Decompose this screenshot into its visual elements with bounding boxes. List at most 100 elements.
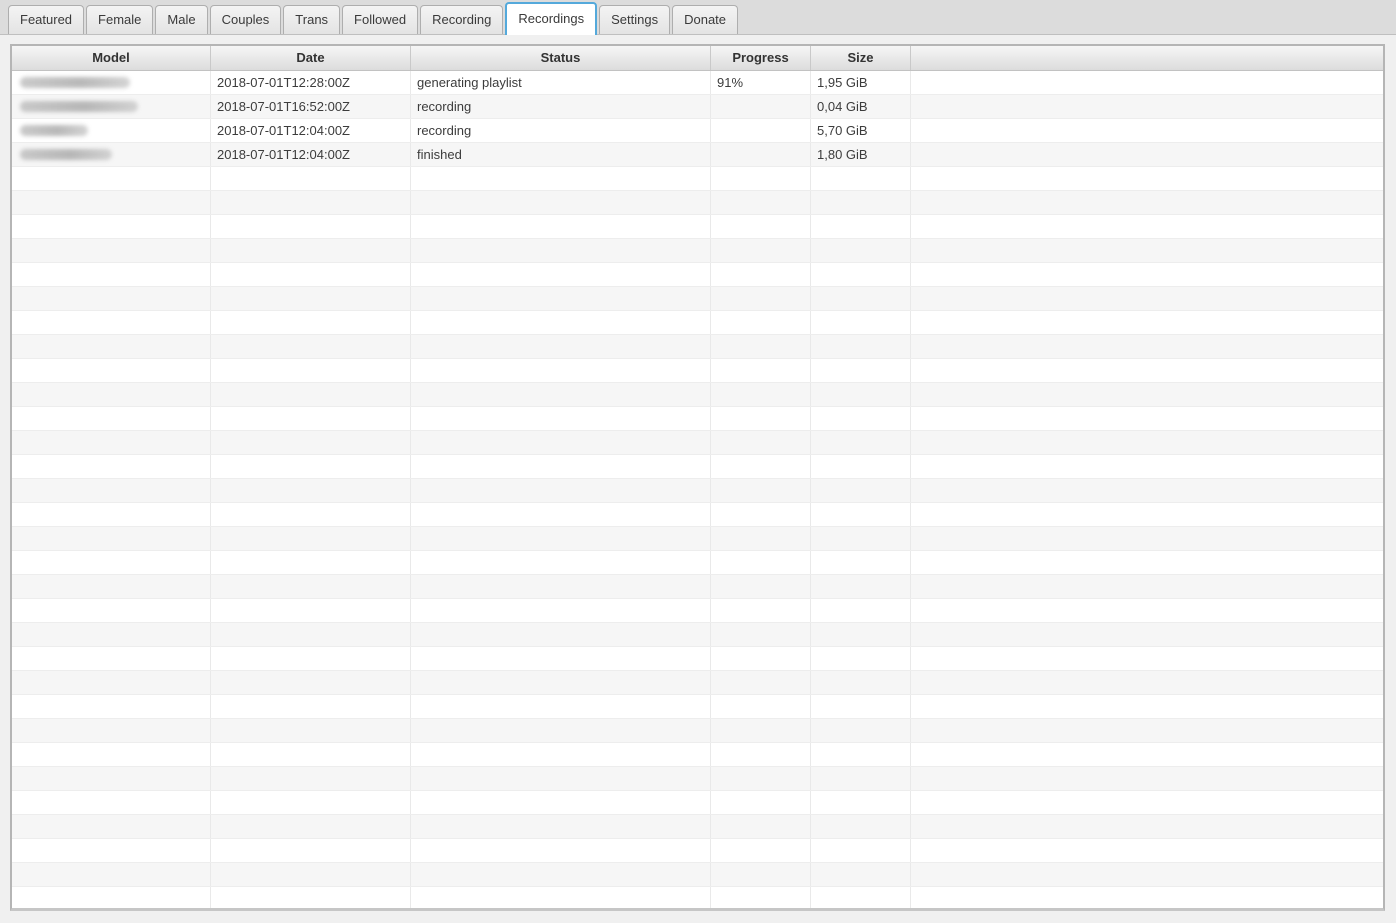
status-cell [411, 527, 711, 550]
date-cell: 2018-07-01T12:04:00Z [211, 143, 411, 166]
table-row[interactable]: 2018-07-01T12:04:00Z finished 1,80 GiB [12, 143, 1383, 167]
table-header: Model Date Status Progress Size [12, 46, 1383, 71]
table-row[interactable]: 2018-07-01T12:04:00Z recording 5,70 GiB [12, 119, 1383, 143]
size-cell [811, 863, 911, 886]
empty-table-row [12, 671, 1383, 695]
size-cell [811, 887, 911, 910]
tab-followed[interactable]: Followed [342, 5, 418, 34]
model-cell [12, 431, 211, 454]
size-cell [811, 287, 911, 310]
status-cell [411, 455, 711, 478]
size-cell [811, 503, 911, 526]
date-cell [211, 167, 411, 190]
tab-featured[interactable]: Featured [8, 5, 84, 34]
column-header-progress[interactable]: Progress [711, 46, 811, 70]
empty-table-row [12, 839, 1383, 863]
size-cell [811, 263, 911, 286]
tab-donate[interactable]: Donate [672, 5, 738, 34]
size-cell [811, 479, 911, 502]
column-header-date[interactable]: Date [211, 46, 411, 70]
tab-female[interactable]: Female [86, 5, 153, 34]
size-cell [811, 743, 911, 766]
status-cell [411, 887, 711, 910]
date-cell [211, 719, 411, 742]
column-header-size[interactable]: Size [811, 46, 911, 70]
filler-cell [911, 287, 1383, 310]
empty-table-row [12, 599, 1383, 623]
tab-bar: Featured Female Male Couples Trans Follo… [0, 0, 1396, 35]
status-cell [411, 239, 711, 262]
date-cell [211, 407, 411, 430]
tab-couples[interactable]: Couples [210, 5, 282, 34]
filler-cell [911, 743, 1383, 766]
progress-cell [711, 743, 811, 766]
tab-male[interactable]: Male [155, 5, 207, 34]
filler-cell [911, 575, 1383, 598]
filler-cell [911, 671, 1383, 694]
status-cell [411, 503, 711, 526]
empty-table-row [12, 359, 1383, 383]
tab-recordings[interactable]: Recordings [505, 2, 597, 35]
status-cell [411, 647, 711, 670]
filler-cell [911, 791, 1383, 814]
tab-trans[interactable]: Trans [283, 5, 340, 34]
column-header-status[interactable]: Status [411, 46, 711, 70]
date-cell [211, 551, 411, 574]
empty-table-row [12, 239, 1383, 263]
model-cell [12, 311, 211, 334]
filler-cell [911, 719, 1383, 742]
empty-table-row [12, 887, 1383, 911]
progress-cell [711, 551, 811, 574]
size-cell [811, 839, 911, 862]
filler-cell [911, 527, 1383, 550]
size-cell [811, 695, 911, 718]
filler-cell [911, 119, 1383, 142]
model-cell [12, 167, 211, 190]
recordings-table: Model Date Status Progress Size 2018-07-… [10, 44, 1385, 911]
size-cell [811, 671, 911, 694]
date-cell [211, 263, 411, 286]
empty-table-row [12, 215, 1383, 239]
table-row[interactable]: 2018-07-01T16:52:00Z recording 0,04 GiB [12, 95, 1383, 119]
progress-cell [711, 143, 811, 166]
status-cell [411, 287, 711, 310]
filler-cell [911, 215, 1383, 238]
status-cell [411, 743, 711, 766]
column-header-model[interactable]: Model [12, 46, 211, 70]
date-cell [211, 623, 411, 646]
model-cell [12, 71, 211, 94]
tab-recording[interactable]: Recording [420, 5, 503, 34]
status-cell [411, 719, 711, 742]
empty-table-row [12, 647, 1383, 671]
model-cell [12, 551, 211, 574]
size-cell: 5,70 GiB [811, 119, 911, 142]
status-cell [411, 815, 711, 838]
size-cell [811, 335, 911, 358]
model-cell [12, 287, 211, 310]
filler-cell [911, 839, 1383, 862]
size-cell [811, 455, 911, 478]
progress-cell [711, 287, 811, 310]
progress-cell [711, 239, 811, 262]
filler-cell [911, 695, 1383, 718]
filler-cell [911, 359, 1383, 382]
progress-cell [711, 431, 811, 454]
status-cell [411, 215, 711, 238]
model-cell [12, 599, 211, 622]
table-row[interactable]: 2018-07-01T12:28:00Z generating playlist… [12, 71, 1383, 95]
date-cell: 2018-07-01T16:52:00Z [211, 95, 411, 118]
model-cell [12, 239, 211, 262]
filler-cell [911, 71, 1383, 94]
date-cell [211, 527, 411, 550]
model-cell [12, 503, 211, 526]
size-cell [811, 191, 911, 214]
status-cell [411, 191, 711, 214]
date-cell [211, 359, 411, 382]
model-cell [12, 671, 211, 694]
progress-cell [711, 695, 811, 718]
size-cell [811, 407, 911, 430]
size-cell [811, 719, 911, 742]
model-cell [12, 263, 211, 286]
progress-cell: 91% [711, 71, 811, 94]
tab-settings[interactable]: Settings [599, 5, 670, 34]
